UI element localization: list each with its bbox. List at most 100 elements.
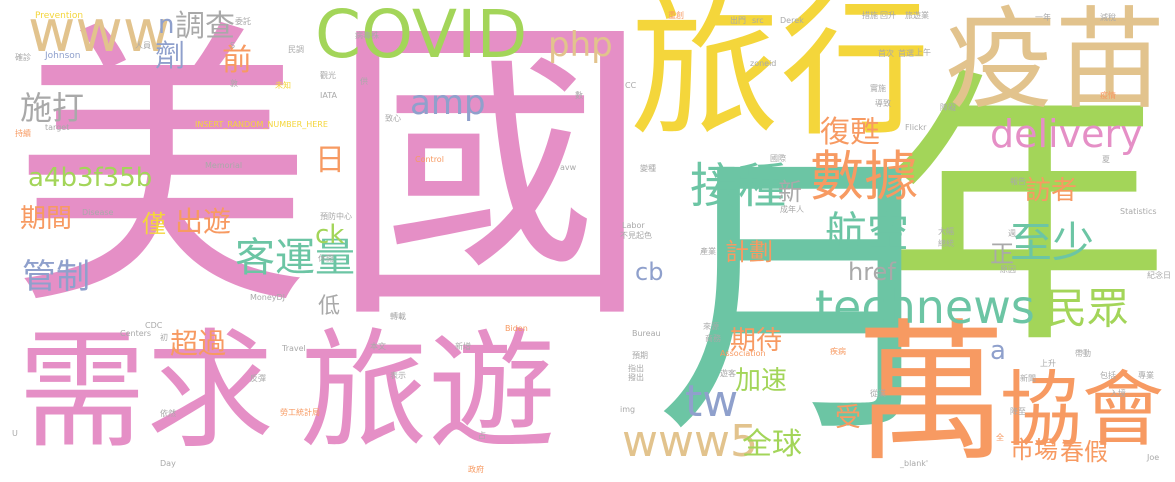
word-xiuxian: 休閒 (318, 254, 334, 263)
word-yiqing: 疫情 (1100, 91, 1116, 100)
word-guoji: 國際 (770, 154, 786, 163)
word-minzhong: 民眾 (1045, 284, 1130, 333)
word-qijian: 期間 (20, 204, 73, 234)
word-bureau: Bureau (632, 329, 661, 338)
word-minyuan: 民調 (288, 45, 304, 54)
word-qian: 前 (222, 43, 252, 78)
word-xinzeng: 新增 (455, 342, 471, 351)
word-dadou: 大幅 (938, 227, 954, 236)
word-s: S (230, 41, 236, 50)
word-biden: Biden (505, 324, 528, 333)
word-xinwen: 新聞 (1020, 374, 1036, 383)
word-chanye: 產業 (700, 247, 716, 256)
word-tw: tw (685, 376, 739, 427)
word-shou2: 首次 (878, 49, 894, 58)
word-lvyou: 旅遊 (300, 317, 557, 466)
word-flickr: Flickr (905, 123, 927, 132)
word-qinshi: 首選 (898, 49, 914, 58)
word-benwen: 本文 (370, 342, 386, 351)
word-rukou: 入境 (1110, 389, 1126, 398)
word-img: img (620, 405, 636, 414)
word-insert: INSERT_RANDOM_NUMBER_HERE (195, 120, 328, 129)
word-technews: technews (815, 280, 1035, 334)
word-joe: Joe (1147, 453, 1160, 462)
word-renyuan: 人員 (135, 41, 151, 50)
word-delivery: delivery (990, 112, 1143, 156)
word-jin: 僅 (142, 210, 166, 238)
word-fangzhe: 訪者 (1025, 176, 1078, 206)
word-xuqiu: 需求 (18, 317, 275, 466)
word-target: target (45, 123, 70, 132)
word-lvyou3: 遊客 (720, 369, 736, 378)
word-avw: avw (560, 163, 577, 172)
word-chengnianren: 成年人 (780, 205, 804, 214)
word-jihua: 計劃 (725, 238, 773, 266)
word-moneydj: MoneyDJ (250, 293, 286, 302)
word-zhongjian: 旅遊業 (905, 11, 929, 20)
word-xin: 新 (778, 178, 802, 206)
word-shanghai: 上午 (915, 48, 931, 57)
word-xiaji: 夏 (1102, 155, 1110, 164)
word-zhengfu: 政府 (468, 465, 484, 474)
word-jiezhong: 接種 (690, 158, 787, 214)
word-chuqu: 撥出 (628, 373, 644, 382)
word-n: n (158, 10, 175, 40)
word-shishi: 實施 (870, 84, 886, 93)
word-a: a (990, 336, 1006, 366)
word-cloud: 美 國 年 月 旅行 疫苗 需求 旅遊 萬 協會 COVID www php a… (0, 0, 1175, 482)
word-jiang: 降至 (1010, 407, 1026, 416)
word-zhuanzai: 轉載 (390, 312, 406, 321)
word-cuoshi: 措施 (862, 11, 878, 20)
word-a4b: a4b3f35b (28, 163, 153, 193)
word-covid: COVID (315, 0, 528, 73)
word-memorial: Memorial (205, 161, 243, 170)
word-amp: amp (410, 83, 486, 123)
word-derek: Derek (780, 16, 804, 25)
word-u: U (12, 429, 18, 438)
word-yuqi: 預期 (632, 351, 648, 360)
word-chuxiao: 初 (160, 333, 168, 342)
word-chaoguo: 超過 (170, 327, 227, 360)
word-biaoshi: 表示 (390, 371, 406, 380)
word-bingduzhu: 病毒株 (355, 31, 379, 40)
word-zheng: 正 (990, 240, 1014, 268)
word-ck: ck (315, 220, 345, 250)
word-bianhua: 變種 (640, 164, 656, 173)
word-guanzhi: 管制 (22, 257, 90, 297)
word-di: 低 (318, 294, 341, 319)
word-zongtong: 總統 (938, 239, 954, 248)
word-jibing: 疾病 (830, 347, 846, 356)
word-blank: _blank' (900, 459, 929, 468)
word-yufangzhongxin: 預防中心 (320, 212, 352, 221)
word-renshu: 導致 (875, 99, 891, 108)
word-laiyuan: 來源 (703, 322, 719, 331)
word-fusu: 復甦 (820, 115, 880, 150)
word-gongzuo: 障礙 (940, 103, 956, 112)
word-weituo: 委託 (235, 17, 251, 26)
word-beiyan: 數 (575, 91, 583, 100)
word-disease: Disease (82, 208, 114, 217)
word-jinianri: 紀念日 (1147, 271, 1171, 280)
word-shuju: 數據 (810, 145, 918, 208)
word-association: Association (720, 349, 766, 358)
word-lianxu: 持續 (15, 129, 31, 138)
word-laogongtongji: 勞工統計局 (280, 408, 320, 417)
word-geguo: 敦 (230, 79, 238, 88)
word-iata: IATA (320, 91, 337, 100)
word-yiran: 依然 (160, 409, 176, 418)
word-src: src (752, 16, 764, 25)
word-huilai: 回升 (880, 11, 896, 20)
word-ji: 劑 (155, 39, 185, 74)
word-jiage: 未知 (275, 81, 291, 90)
word-yuanyin: 原因 (1000, 265, 1016, 274)
word-php: php (548, 25, 613, 65)
word-queding: 確診 (15, 53, 31, 62)
word-zhou: 週 (1008, 229, 1016, 238)
word-shida: 施打 (20, 89, 85, 127)
word-jianshui: 減稅 (1100, 13, 1116, 22)
word-baokuo: 包括 (1100, 371, 1116, 380)
word-haowai: 報告 (1010, 177, 1026, 186)
word-prevention: Prevention (35, 11, 84, 21)
word-control: Control (415, 155, 444, 164)
word-shengyu: 上升 (1040, 359, 1056, 368)
